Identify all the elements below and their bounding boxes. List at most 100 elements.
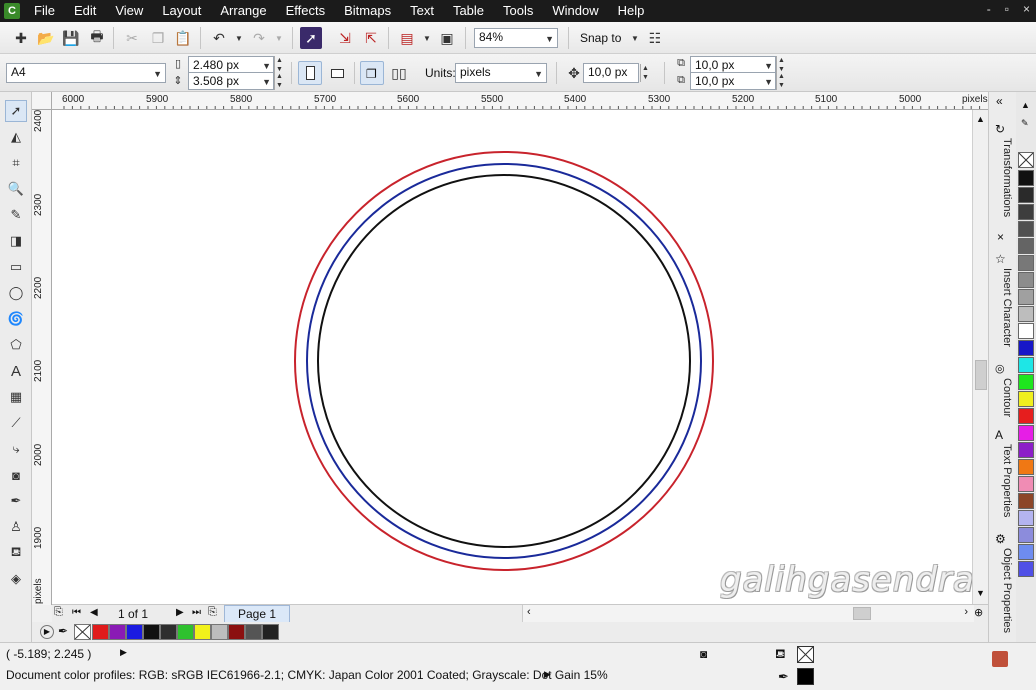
- docker-tab-text-properties[interactable]: Text Properties: [993, 444, 1013, 517]
- palette-swatch[interactable]: [143, 624, 160, 640]
- palette-swatch[interactable]: [1018, 527, 1034, 543]
- import-icon[interactable]: ⇲: [334, 27, 356, 49]
- palette-swatch[interactable]: [1018, 204, 1034, 220]
- connector-tool-icon[interactable]: ⤷: [5, 438, 27, 460]
- palette-swatch[interactable]: [1018, 289, 1034, 305]
- palette-swatch[interactable]: [1018, 425, 1034, 441]
- profiles-expand-icon[interactable]: ▶: [544, 669, 551, 680]
- palette-swatch[interactable]: [194, 624, 211, 640]
- zoom-tool-icon[interactable]: 🔍: [5, 178, 27, 200]
- page-size-select[interactable]: A4 ▼: [6, 63, 166, 83]
- scroll-down-icon[interactable]: ▼: [976, 588, 985, 598]
- shape-tool-icon[interactable]: ◭: [5, 126, 27, 148]
- new-document-icon[interactable]: ✚: [10, 27, 32, 49]
- palette-swatch[interactable]: [245, 624, 262, 640]
- smart-fill-tool-icon[interactable]: ◨: [5, 230, 27, 252]
- rectangle-tool-icon[interactable]: ▭: [5, 256, 27, 278]
- palette-scroll-up-icon[interactable]: ▲: [1021, 100, 1030, 110]
- paste-icon[interactable]: 📋: [172, 27, 194, 49]
- palette-swatch[interactable]: [1018, 306, 1034, 322]
- duplicate-y-stepper[interactable]: ▲ ▼: [776, 72, 786, 90]
- table-tool-icon[interactable]: ▦: [5, 386, 27, 408]
- palette-swatch[interactable]: [1018, 272, 1034, 288]
- menu-tools[interactable]: Tools: [503, 3, 543, 18]
- outer-circle[interactable]: [294, 151, 714, 571]
- palette-swatch[interactable]: [1018, 544, 1034, 560]
- nudge-distance-field[interactable]: 10,0 px: [583, 63, 639, 83]
- docker-tab-transformations[interactable]: Transformations: [993, 138, 1013, 217]
- palette-swatch[interactable]: [228, 624, 245, 640]
- horizontal-scrollbar[interactable]: ‹ ›: [522, 605, 974, 623]
- current-page-button[interactable]: ▯▯: [388, 62, 410, 84]
- middle-circle[interactable]: [306, 163, 702, 559]
- menu-text[interactable]: Text: [410, 3, 444, 18]
- units-select[interactable]: pixels ▼: [455, 63, 547, 83]
- docker-tab-insert-character[interactable]: Insert Character: [993, 268, 1013, 347]
- docker-tab-contour[interactable]: Contour: [993, 378, 1013, 417]
- palette-swatch[interactable]: [1018, 493, 1034, 509]
- palette-swatch[interactable]: [160, 624, 177, 640]
- vertical-ruler[interactable]: 2400 2300 2200 2100 2000 1900 pixels: [32, 110, 52, 605]
- color-profiles-text[interactable]: Document color profiles: RGB: sRGB IEC61…: [6, 668, 608, 682]
- snap-to-button[interactable]: Snap to: [580, 31, 621, 45]
- menu-edit[interactable]: Edit: [74, 3, 106, 18]
- palette-pin-icon[interactable]: ✎: [1021, 118, 1029, 129]
- portrait-button[interactable]: [298, 61, 322, 85]
- menu-bitmaps[interactable]: Bitmaps: [344, 3, 401, 18]
- palette-swatch[interactable]: [1018, 391, 1034, 407]
- menu-file[interactable]: File: [34, 3, 65, 18]
- outline-pen-tool-icon[interactable]: ♙: [5, 516, 27, 538]
- snap-dropdown-icon[interactable]: ▼: [624, 27, 646, 49]
- tab-page-1[interactable]: Page 1: [224, 605, 290, 623]
- freehand-tool-icon[interactable]: ✎: [5, 204, 27, 226]
- status-expand-icon[interactable]: ▶: [120, 647, 127, 658]
- palette-swatch[interactable]: [262, 624, 279, 640]
- palette-menu-icon[interactable]: ▶: [40, 625, 54, 639]
- outline-swatch[interactable]: [797, 668, 814, 685]
- minimize-button[interactable]: -: [987, 2, 991, 16]
- scroll-left-icon[interactable]: ‹: [527, 606, 531, 618]
- no-color-swatch[interactable]: [74, 624, 91, 640]
- options-icon[interactable]: ☷: [644, 27, 666, 49]
- palette-swatch[interactable]: [177, 624, 194, 640]
- last-page-icon[interactable]: ⏭: [192, 607, 201, 618]
- add-page-after-icon[interactable]: ⎘: [208, 606, 217, 619]
- palette-swatch[interactable]: [211, 624, 228, 640]
- search-content-icon[interactable]: ➚: [300, 27, 322, 49]
- pick-tool-icon[interactable]: ➚: [5, 100, 27, 122]
- eyedropper-icon[interactable]: ✒: [58, 624, 68, 638]
- page-height-field[interactable]: 3.508 px ▼: [188, 72, 274, 90]
- copy-icon[interactable]: ❐: [147, 27, 169, 49]
- vertical-scroll-thumb[interactable]: [975, 360, 987, 390]
- all-pages-button[interactable]: ❐: [360, 61, 384, 85]
- no-fill-swatch[interactable]: [1018, 152, 1034, 168]
- palette-swatch[interactable]: [1018, 510, 1034, 526]
- blend-tool-icon[interactable]: ◙: [5, 464, 27, 486]
- palette-swatch[interactable]: [1018, 374, 1034, 390]
- landscape-button[interactable]: [326, 62, 348, 84]
- open-folder-icon[interactable]: 📂: [35, 27, 57, 49]
- palette-swatch[interactable]: [92, 624, 109, 640]
- collapse-docker-icon[interactable]: «: [996, 94, 1003, 108]
- restore-button[interactable]: ▫: [1005, 2, 1009, 16]
- menu-window[interactable]: Window: [552, 3, 608, 18]
- export-icon[interactable]: ⇱: [360, 27, 382, 49]
- palette-swatch[interactable]: [1018, 255, 1034, 271]
- palette-swatch[interactable]: [1018, 561, 1034, 577]
- interactive-fill-tool-icon[interactable]: ◈: [5, 568, 27, 590]
- eyedropper-tool-icon[interactable]: ✒: [5, 490, 27, 512]
- fill-swatch[interactable]: [797, 646, 814, 663]
- user-profile-icon[interactable]: [992, 651, 1008, 667]
- prev-page-icon[interactable]: ◀: [90, 607, 98, 618]
- print-icon[interactable]: 🖶: [86, 27, 108, 49]
- dimension-tool-icon[interactable]: ⟋: [5, 412, 27, 434]
- ellipse-tool-icon[interactable]: ◯: [5, 282, 27, 304]
- cut-icon[interactable]: ✂: [121, 27, 143, 49]
- ruler-corner[interactable]: [32, 92, 52, 110]
- zoom-level-select[interactable]: 84% ▼: [474, 28, 558, 48]
- menu-help[interactable]: Help: [618, 3, 655, 18]
- palette-swatch[interactable]: [1018, 221, 1034, 237]
- first-page-icon[interactable]: ⏮: [72, 607, 81, 618]
- menu-arrange[interactable]: Arrange: [220, 3, 276, 18]
- text-tool-icon[interactable]: A: [5, 360, 27, 382]
